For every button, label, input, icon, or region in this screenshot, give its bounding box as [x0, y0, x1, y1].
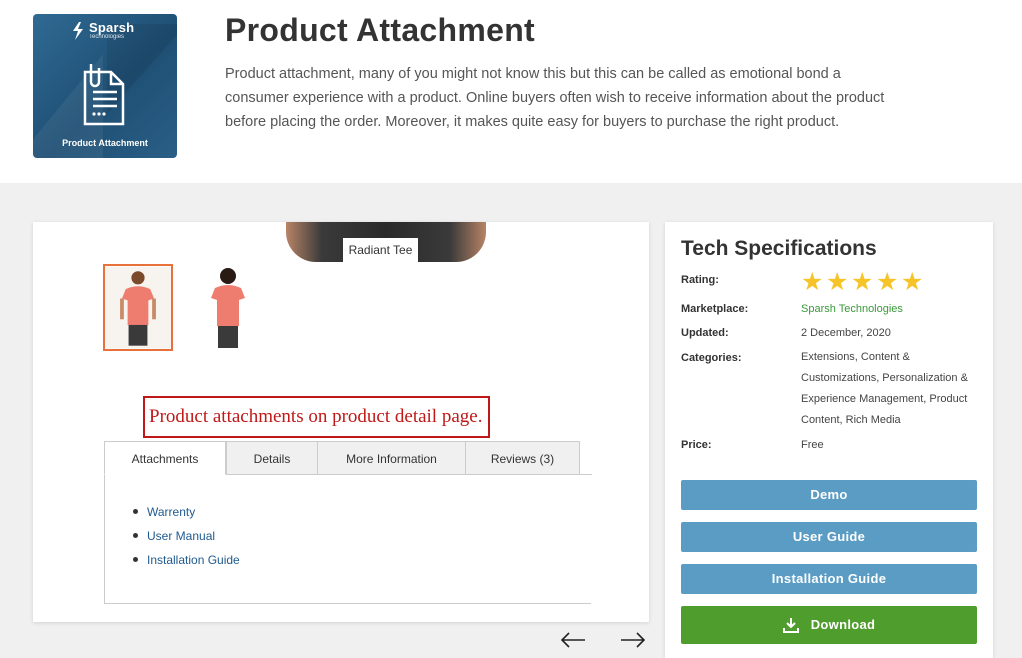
rating-stars: ★ ★ ★ ★ ★	[801, 269, 926, 294]
attachment-link-warrenty[interactable]: Warrenty	[133, 501, 240, 525]
star-icon: ★	[876, 267, 899, 296]
product-description: Product attachment, many of you might no…	[225, 66, 885, 130]
tab-reviews[interactable]: Reviews (3)	[465, 441, 580, 475]
tab-details[interactable]: Details	[226, 441, 318, 475]
marketplace-link[interactable]: Sparsh Technologies	[801, 303, 903, 315]
tech-specifications-card: Tech Specifications Rating: ★ ★ ★ ★ ★ Ma…	[665, 222, 993, 658]
tab-attachments[interactable]: Attachments	[104, 441, 226, 475]
attachment-link-installation-guide[interactable]: Installation Guide	[133, 549, 240, 573]
product-name-label: Radiant Tee	[343, 238, 418, 263]
download-button[interactable]: Download	[681, 606, 977, 644]
product-thumbnail-front	[103, 264, 173, 351]
arrow-right-icon[interactable]	[620, 630, 646, 650]
price-label: Price:	[681, 439, 712, 451]
brand-name: Sparsh	[89, 20, 135, 35]
callout-annotation: Product attachments on product detail pa…	[143, 396, 490, 438]
categories-value: Extensions, Content & Customizations, Pe…	[801, 351, 968, 426]
attachment-link-user-manual[interactable]: User Manual	[133, 525, 240, 549]
product-header: Sparsh Technologies Product Attachment P…	[0, 0, 1022, 183]
download-label: Download	[810, 617, 876, 632]
document-attachment-icon	[83, 64, 125, 126]
marketplace-label: Marketplace:	[681, 303, 749, 315]
user-guide-button[interactable]: User Guide	[681, 522, 977, 552]
attachment-list: Warrenty User Manual Installation Guide	[133, 501, 240, 573]
logo-caption: Product Attachment	[62, 138, 148, 148]
brand-logo: Sparsh Technologies	[71, 20, 135, 40]
product-thumbnail-back	[191, 264, 261, 351]
star-icon: ★	[826, 267, 849, 296]
star-icon: ★	[801, 267, 824, 296]
star-icon: ★	[851, 267, 874, 296]
product-logo: Sparsh Technologies Product Attachment	[33, 14, 177, 158]
spec-title: Tech Specifications	[681, 237, 877, 260]
brand-sub: Technologies	[89, 34, 125, 40]
installation-guide-button[interactable]: Installation Guide	[681, 564, 977, 594]
demo-button[interactable]: Demo	[681, 480, 977, 510]
arrow-left-icon[interactable]	[560, 630, 586, 650]
product-tabs: Attachments Details More Information Rev…	[104, 441, 592, 604]
sparsh-logo-icon	[73, 22, 83, 40]
star-icon: ★	[901, 267, 924, 296]
rating-label: Rating:	[681, 274, 719, 286]
page-title: Product Attachment	[225, 12, 536, 48]
tab-more-information[interactable]: More Information	[317, 441, 466, 475]
price-value: Free	[801, 439, 824, 451]
download-icon	[782, 618, 799, 633]
categories-label: Categories:	[681, 352, 742, 364]
updated-value: 2 December, 2020	[801, 327, 891, 339]
updated-label: Updated:	[681, 327, 729, 339]
screenshot-preview[interactable]: Radiant Tee Product attachments on produ…	[33, 222, 649, 622]
